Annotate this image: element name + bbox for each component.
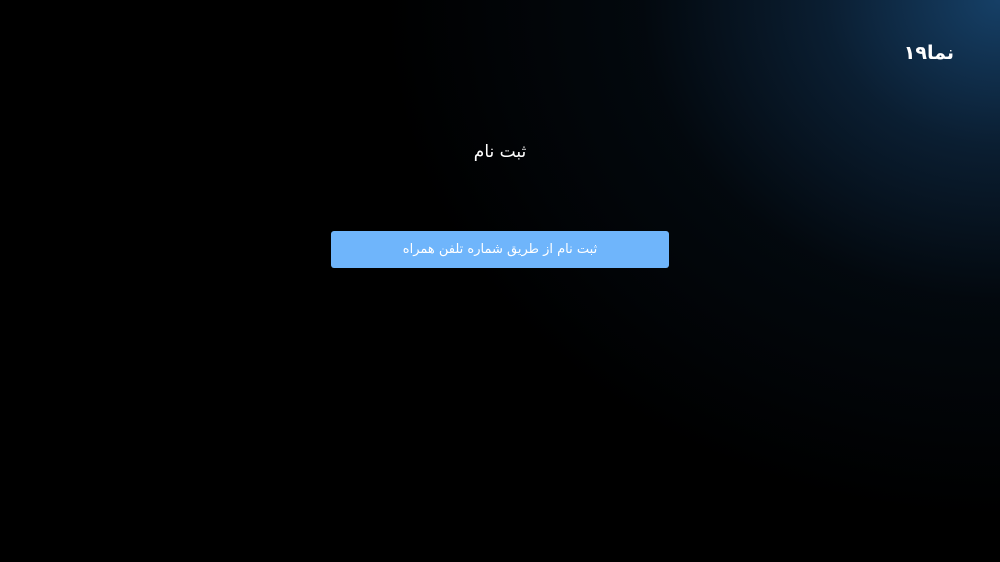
signup-screen: نما۱۹ ثبت نام ثبت نام از طریق شماره تلفن… (0, 0, 1000, 562)
brand-logo: نما۱۹ (904, 40, 954, 66)
page-title: ثبت نام (473, 142, 527, 162)
brand-logo-text: نما۱۹ (903, 42, 954, 64)
signup-with-phone-button[interactable]: ثبت نام از طریق شماره تلفن همراه (331, 231, 669, 268)
